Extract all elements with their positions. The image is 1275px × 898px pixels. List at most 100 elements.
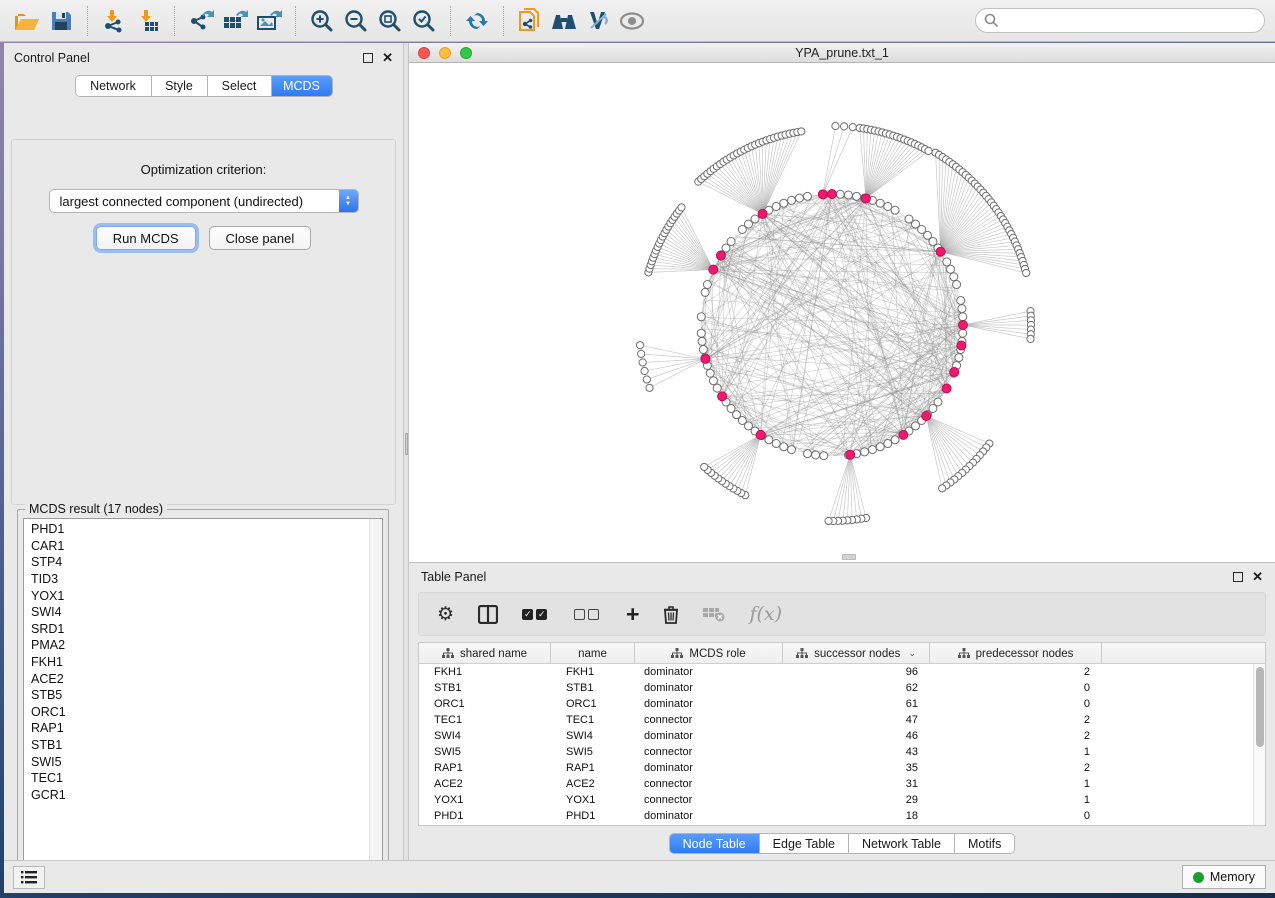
graph-mcds-node[interactable] [701,354,710,363]
tab-network[interactable]: Network [76,76,152,96]
graph-node[interactable] [891,436,899,444]
mcds-node-item[interactable]: ACE2 [24,670,369,687]
hide-eye-button[interactable] [615,4,649,38]
graph-node[interactable] [772,440,780,448]
graph-node[interactable] [876,199,884,207]
table-row[interactable]: SWI5SWI5connector431 [419,744,1253,760]
zoom-selected-button[interactable] [407,4,441,38]
mcds-node-item[interactable]: CAR1 [24,538,369,555]
tab-edge-table[interactable]: Edge Table [760,834,849,853]
graph-node[interactable] [943,258,951,266]
tab-network-table[interactable]: Network Table [849,834,955,853]
mcds-node-item[interactable]: FKH1 [24,654,369,671]
graph-node[interactable] [836,190,844,198]
mcds-node-item[interactable]: PHD1 [24,521,369,538]
tab-motifs[interactable]: Motifs [955,834,1014,853]
canvas-splitter-handle[interactable] [842,554,856,560]
graph-mcds-node[interactable] [846,450,855,459]
graph-mcds-node[interactable] [936,247,945,256]
mcds-node-item[interactable]: STB1 [24,737,369,754]
graph-mcds-node[interactable] [818,190,827,199]
splitter-handle-icon[interactable] [405,433,408,455]
zoom-in-button[interactable] [305,4,339,38]
table-row[interactable]: ACE2ACE2connector311 [419,776,1253,792]
graph-mcds-node[interactable] [899,430,908,439]
mcds-node-item[interactable]: STB5 [24,687,369,704]
table-row[interactable]: ORC1ORC1dominator610 [419,696,1253,712]
graph-mcds-node[interactable] [957,341,966,350]
split-columns-icon[interactable] [478,605,498,624]
mcds-node-item[interactable]: RAP1 [24,720,369,737]
float-panel-icon[interactable] [363,53,373,63]
graph-node[interactable] [697,329,705,337]
table-row[interactable]: STB1STB1dominator620 [419,680,1253,696]
export-table-button[interactable] [218,4,252,38]
import-network-button[interactable] [97,4,131,38]
graph-leaf-node[interactable] [639,359,646,366]
graph-node[interactable] [751,215,759,223]
add-column-icon[interactable]: + [626,606,639,622]
graph-leaf-node[interactable] [832,122,839,129]
graph-node[interactable] [697,313,705,321]
mcds-node-item[interactable]: SWI4 [24,604,369,621]
graph-mcds-node[interactable] [959,321,968,330]
scrollbar-thumb[interactable] [1256,667,1264,747]
optimization-criterion-select[interactable]: largest connected component (undirected)… [49,189,359,213]
table-row[interactable]: TEC1TEC1connector472 [419,712,1253,728]
graph-node[interactable] [959,313,967,321]
zoom-out-button[interactable] [339,4,373,38]
graph-node[interactable] [844,191,852,199]
graph-node[interactable] [788,446,796,454]
graph-node[interactable] [703,281,711,289]
tab-node-table[interactable]: Node Table [670,834,760,853]
graph-node[interactable] [958,305,966,313]
graph-node[interactable] [812,451,820,459]
search-binoculars-button[interactable] [547,4,581,38]
graph-node[interactable] [698,337,706,345]
graph-node[interactable] [772,202,780,210]
table-row[interactable]: RAP1RAP1dominator352 [419,760,1253,776]
graph-node[interactable] [884,202,892,210]
graph-node[interactable] [861,448,869,456]
graph-node[interactable] [780,443,788,451]
graph-node[interactable] [727,237,735,245]
graph-node[interactable] [884,440,892,448]
export-image-button[interactable] [252,4,286,38]
table-settings-gear-icon[interactable]: ⚙ [437,603,454,626]
mcds-node-item[interactable]: TEC1 [24,770,369,787]
graph-node[interactable] [803,450,811,458]
mcds-node-item[interactable]: TID3 [24,571,369,588]
graph-node[interactable] [953,281,961,289]
open-file-button[interactable] [10,4,44,38]
graph-node[interactable] [765,436,773,444]
run-mcds-button[interactable]: Run MCDS [96,226,196,250]
graph-mcds-node[interactable] [756,430,765,439]
mcds-node-item[interactable]: STP4 [24,554,369,571]
graph-mcds-node[interactable] [861,194,870,203]
table-row[interactable]: FKH1FKH1dominator962 [419,664,1253,680]
graph-node[interactable] [788,196,796,204]
graph-node[interactable] [699,346,707,354]
mcds-node-item[interactable]: SWI5 [24,753,369,770]
column-header-successor-nodes[interactable]: successor nodes⌄ [783,643,930,664]
graph-mcds-node[interactable] [718,392,727,401]
mcds-node-item[interactable]: GCR1 [24,787,369,804]
graph-leaf-node[interactable] [841,123,848,130]
mcds-result-list[interactable]: PHD1CAR1STP4TID3YOX1SWI4SRD1PMA2FKH1ACE2… [23,518,383,874]
save-session-button[interactable] [44,4,78,38]
graph-node[interactable] [820,452,828,460]
column-header-MCDS-role[interactable]: MCDS role [635,643,783,664]
column-header-shared-name[interactable]: shared name [419,643,551,664]
memory-button[interactable]: Memory [1182,865,1266,889]
search-input[interactable] [975,8,1265,33]
mcds-list-scrollbar[interactable] [369,519,382,873]
tab-style[interactable]: Style [152,76,208,96]
table-row[interactable]: SWI4SWI4dominator462 [419,728,1253,744]
graph-leaf-node[interactable] [646,384,653,391]
close-panel-icon[interactable]: ✕ [1252,572,1263,582]
graph-mcds-node[interactable] [942,384,951,393]
mcds-node-item[interactable]: PMA2 [24,637,369,654]
graph-leaf-node[interactable] [641,367,648,374]
graph-leaf-node[interactable] [849,123,856,130]
graph-node[interactable] [957,296,965,304]
